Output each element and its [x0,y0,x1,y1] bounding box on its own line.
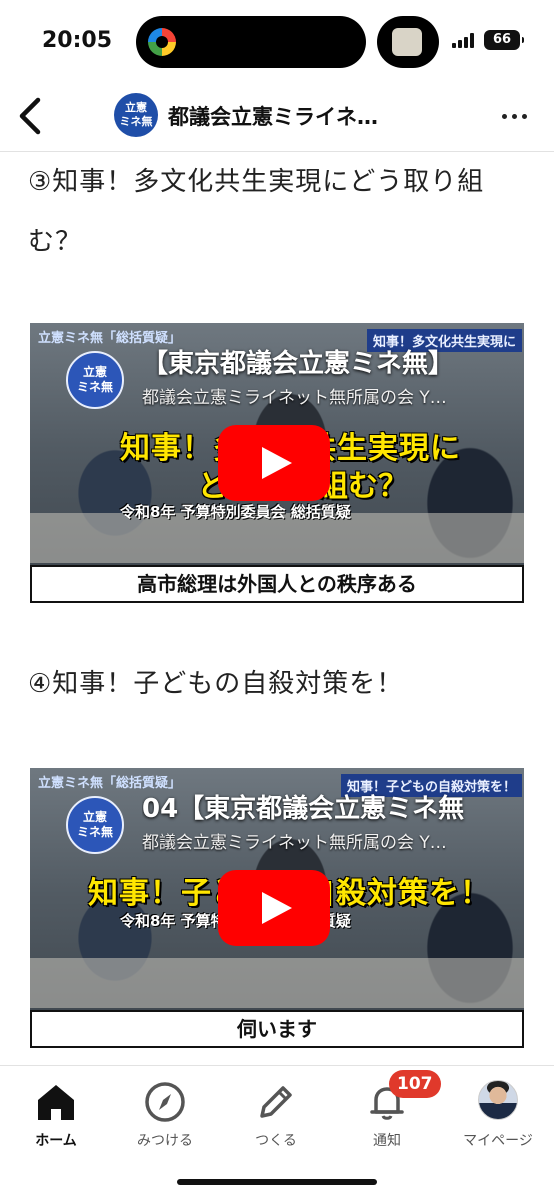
video-channel: 都議会立憲ミライネット無所属の会 Y… [142,388,447,408]
compass-icon [145,1082,185,1122]
tab-mypage-label: マイページ [463,1133,533,1149]
tab-notifications-label: 通知 [373,1133,401,1149]
home-icon [38,1085,74,1120]
avatar-line2: ミネ無 [119,115,153,128]
tab-discover[interactable]: みつける [115,1080,215,1150]
thumb-caption: 高市総理は外国人との秩序ある [30,565,524,603]
battery-icon: 66 [484,30,524,50]
more-horizontal-icon [502,114,507,119]
signal-icon [452,32,478,48]
home-indicator [177,1179,377,1185]
tab-home[interactable]: ホーム [6,1080,106,1150]
thumb-subline: 令和8年 予算特別委員会 総括質疑 [120,503,351,521]
nav-header: 立憲 ミネ無 都議会立憲ミライネ… [0,84,554,152]
channel-avatar[interactable]: 立憲 ミネ無 [114,93,158,137]
live-activity [377,16,439,68]
channel-title[interactable]: 都議会立憲ミライネ… [168,101,428,131]
channel-logo: 立憲 ミネ無 [66,796,124,854]
pencil-icon [260,1086,292,1118]
tab-create[interactable]: つくる [226,1080,326,1150]
youtube-play-icon[interactable] [218,425,330,501]
more-button[interactable] [502,114,527,120]
maps-icon [148,28,176,56]
channel-logo: 立憲 ミネ無 [66,351,124,409]
section-3-heading: ③知事！多文化共生実現にどう取り組む？ [28,167,485,257]
avatar-line1: 立憲 [125,101,147,114]
tab-discover-label: みつける [137,1133,193,1149]
notification-count-badge: 107 [389,1070,441,1098]
profile-avatar [478,1080,518,1120]
dynamic-island [136,16,366,68]
video-channel: 都議会立憲ミライネット無所属の会 Y… [142,833,447,853]
thumb-caption: 伺います [30,1010,524,1048]
status-time: 20:05 [42,28,113,53]
activity-thumbnail [392,28,422,56]
tab-mypage[interactable]: マイページ [448,1080,548,1150]
post-content: ③知事！多文化共生実現にどう取り組む？ 立憲ミネ無「総括質疑」 知事！多文化共生… [0,152,554,1065]
youtube-play-icon[interactable] [218,870,330,946]
back-button[interactable] [14,96,48,136]
video-title: 04【東京都議会立憲ミネ無 [142,794,465,824]
tab-notifications[interactable]: 107 通知 [337,1070,441,1150]
youtube-embed-1[interactable]: 立憲ミネ無「総括質疑」 知事！多文化共生実現に 立憲 ミネ無 【東京都議会立憲ミ… [30,323,524,603]
tab-create-label: つくる [255,1133,297,1149]
tab-home-label: ホーム [35,1133,77,1149]
bottom-tab-bar: ホーム みつける つくる 107 通知 マイページ [0,1065,554,1199]
status-bar: 20:05 66 [0,0,554,84]
youtube-embed-2[interactable]: 立憲ミネ無「総括質疑」 知事！子どもの自殺対策を！ 立憲 ミネ無 04【東京都議… [30,768,524,1048]
chevron-left-icon [19,97,41,135]
video-title: 【東京都議会立憲ミネ無】 [142,349,455,379]
section-4-heading: ④知事！子どもの自殺対策を！ [28,669,404,699]
